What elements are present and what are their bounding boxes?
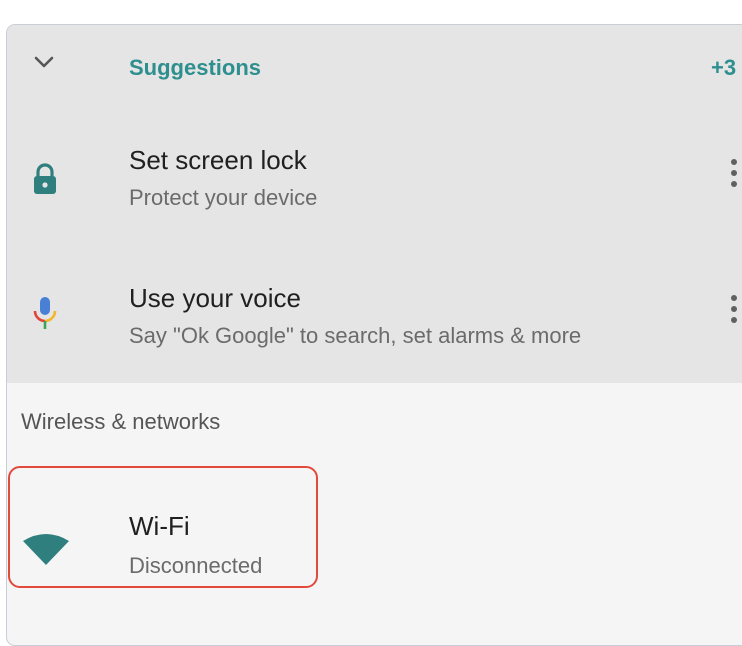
suggestions-count: +3 — [711, 55, 737, 80]
lock-icon — [34, 163, 56, 194]
more-vert-icon[interactable] — [729, 295, 741, 331]
suggestion-subtitle: Say "Ok Google" to search, set alarms & … — [129, 323, 582, 348]
suggestion-item-voice[interactable]: Use your voice Say "Ok Google" to search… — [7, 267, 742, 377]
microphone-icon — [33, 297, 57, 329]
suggestions-header[interactable]: Suggestions +3 — [7, 25, 742, 111]
suggestion-title: Set screen lock — [129, 145, 307, 175]
wifi-highlight-outline — [8, 466, 318, 588]
suggestion-item-screen-lock[interactable]: Set screen lock Protect your device — [7, 127, 742, 237]
more-vert-icon[interactable] — [729, 159, 741, 195]
chevron-down-icon[interactable] — [33, 55, 55, 69]
suggestion-title: Use your voice — [129, 283, 301, 313]
suggestions-title: Suggestions — [129, 55, 262, 80]
suggestions-section: Suggestions +3 Set screen lock Protect y… — [7, 25, 742, 383]
suggestion-subtitle: Protect your device — [129, 185, 318, 210]
section-header-wireless: Wireless & networks — [21, 409, 221, 434]
